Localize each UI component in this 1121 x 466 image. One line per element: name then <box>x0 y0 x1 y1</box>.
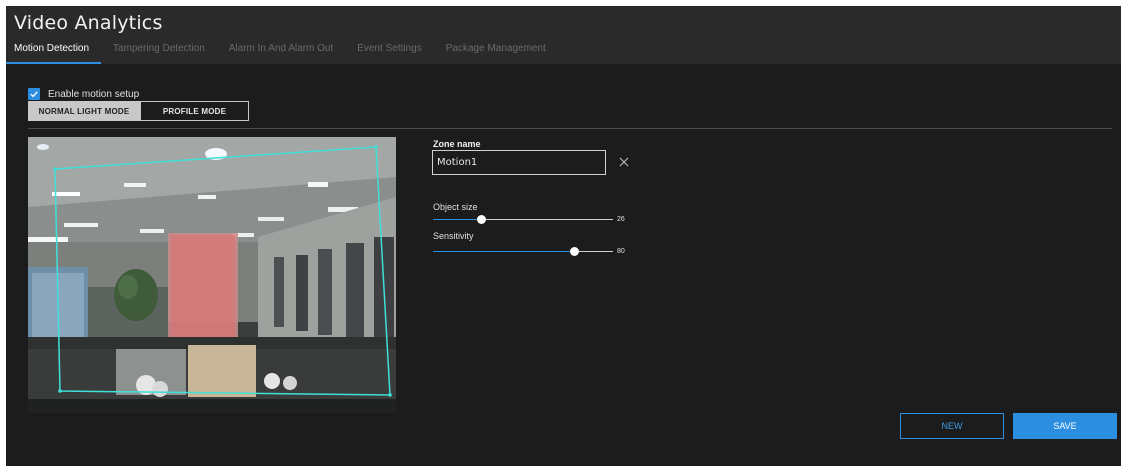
motion-detection-panel: Enable motion setup NORMAL LIGHT MODE PR… <box>16 64 1117 466</box>
object-size-label: Object size <box>433 202 478 212</box>
tab-motion-detection[interactable]: Motion Detection <box>6 42 102 64</box>
sensitivity-thumb[interactable] <box>570 247 579 256</box>
object-size-slider[interactable] <box>433 215 613 225</box>
close-icon[interactable] <box>618 156 630 168</box>
sensitivity-slider[interactable] <box>433 247 613 257</box>
sensitivity-track <box>574 251 613 252</box>
sensitivity-value: 80 <box>617 248 625 255</box>
object-size-track <box>481 219 613 220</box>
sensitivity-track-fill <box>433 251 575 252</box>
tab-event-settings[interactable]: Event Settings <box>345 42 433 64</box>
check-icon <box>30 91 38 98</box>
tab-tampering-detection[interactable]: Tampering Detection <box>101 42 217 64</box>
mode-toggle-group: NORMAL LIGHT MODE PROFILE MODE <box>28 101 249 121</box>
page-title: Video Analytics <box>14 12 163 34</box>
enable-motion-label: Enable motion setup <box>48 88 140 100</box>
camera-scene-image <box>28 137 396 413</box>
new-zone-button[interactable]: NEW <box>900 413 1004 439</box>
zone-name-label: Zone name <box>433 139 481 149</box>
tab-bar: Motion Detection Tampering Detection Ala… <box>6 42 558 64</box>
zone-name-input[interactable] <box>432 150 606 175</box>
save-button[interactable]: SAVE <box>1013 413 1117 439</box>
sensitivity-label: Sensitivity <box>433 231 474 241</box>
section-divider <box>28 128 1112 129</box>
object-size-track-fill <box>433 219 482 220</box>
normal-light-mode-button[interactable]: NORMAL LIGHT MODE <box>28 101 140 121</box>
object-size-value: 26 <box>617 216 625 223</box>
camera-preview[interactable] <box>28 137 396 413</box>
enable-motion-row: Enable motion setup <box>28 88 139 100</box>
object-size-thumb[interactable] <box>477 215 486 224</box>
header: Video Analytics Motion Detection Tamperi… <box>6 6 1121 64</box>
app-window: Video Analytics Motion Detection Tamperi… <box>6 6 1121 466</box>
tab-package-management[interactable]: Package Management <box>434 42 558 64</box>
tab-alarm-in-and-out[interactable]: Alarm In And Alarm Out <box>217 42 346 64</box>
profile-mode-button[interactable]: PROFILE MODE <box>140 101 249 121</box>
enable-motion-checkbox[interactable] <box>28 88 40 100</box>
